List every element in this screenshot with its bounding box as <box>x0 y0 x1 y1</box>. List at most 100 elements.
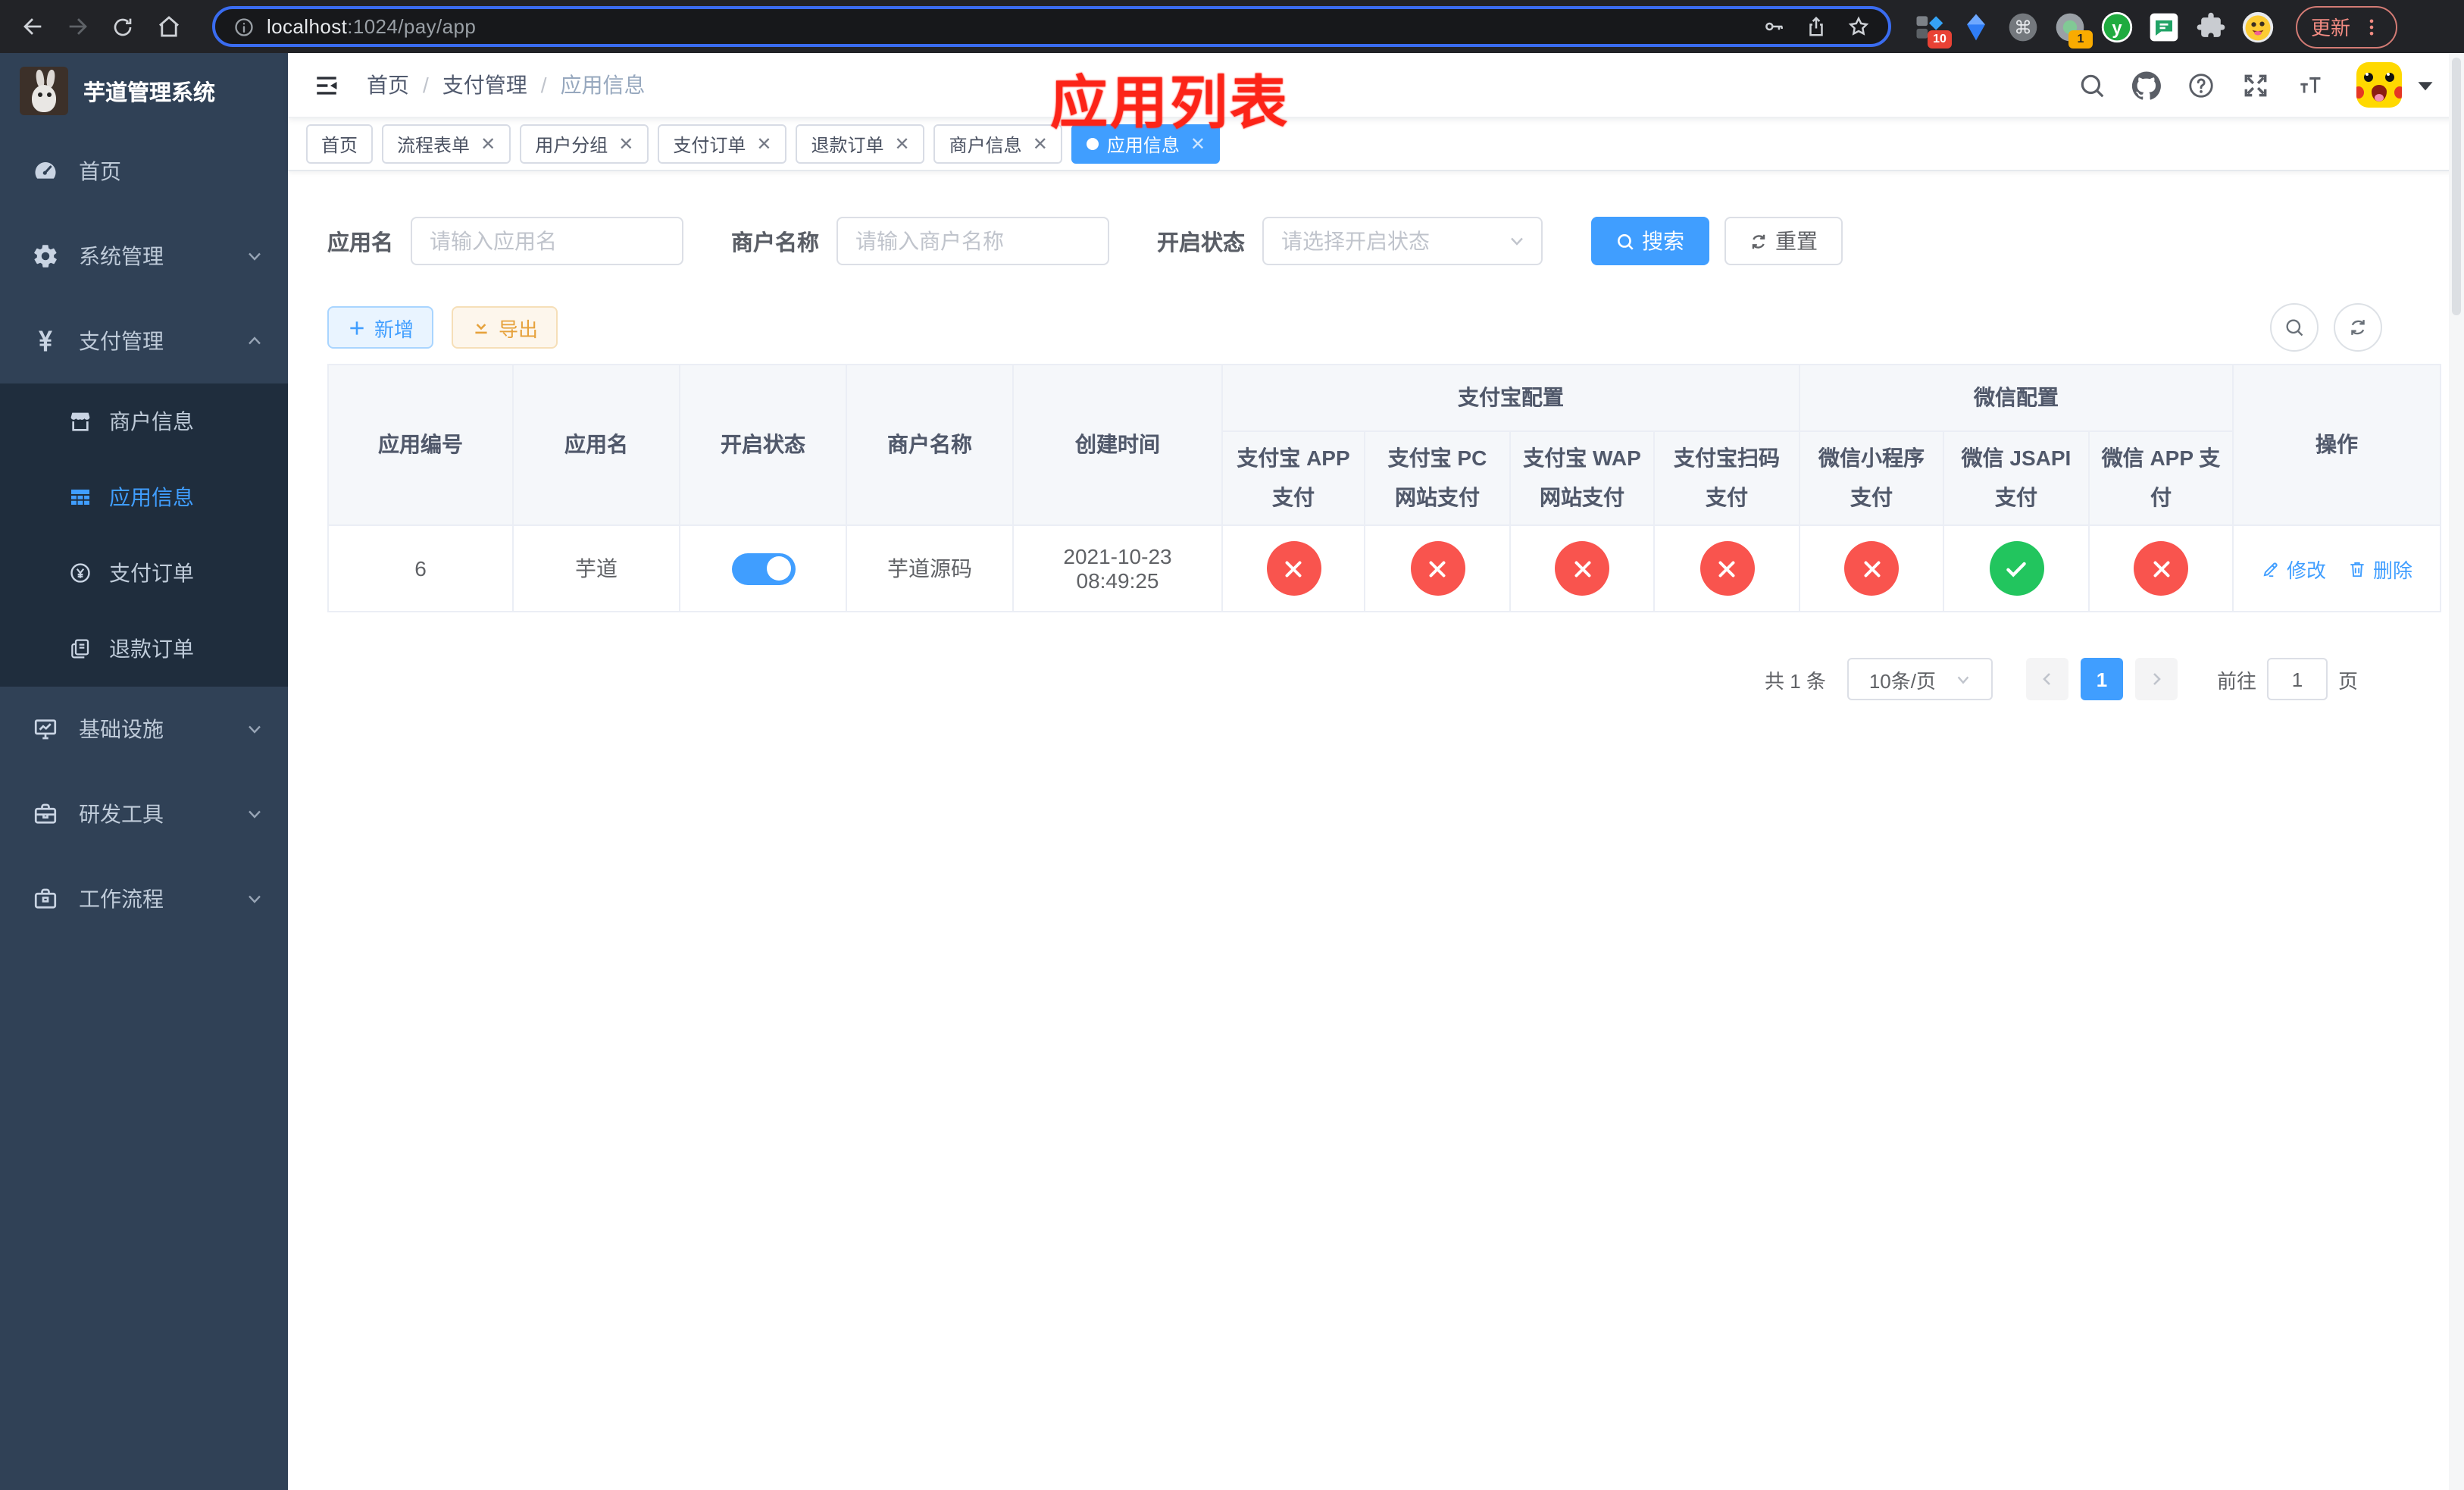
reload-icon[interactable] <box>103 7 142 46</box>
browser-toolbar: localhost:1024/pay/app 10 ⌘ 1 y 更新 <box>0 0 2464 53</box>
sidebar-collapse-icon[interactable] <box>312 72 341 98</box>
sidebar-item-3[interactable]: 基础设施 <box>0 687 288 772</box>
export-button[interactable]: 导出 <box>452 306 558 349</box>
field-input-1[interactable] <box>836 217 1108 265</box>
bookmark-star-icon[interactable] <box>1847 15 1870 38</box>
chevron-right-icon <box>2147 670 2165 688</box>
site-info-icon[interactable] <box>233 16 255 37</box>
forward-icon[interactable] <box>58 7 97 46</box>
header-search-icon[interactable] <box>2078 70 2106 99</box>
tag-close-icon[interactable]: ✕ <box>480 135 496 153</box>
annotation-title: 应用列表 <box>1050 73 1290 136</box>
extensions-area: 10 ⌘ 1 y <box>1912 10 2275 48</box>
help-icon[interactable] <box>2187 70 2215 99</box>
sidebar-subitem-0[interactable]: 商户信息 <box>0 383 288 459</box>
user-avatar[interactable] <box>2356 62 2440 108</box>
extensions-puzzle-icon[interactable] <box>2194 10 2228 43</box>
sidebar-subitem-1[interactable]: 应用信息 <box>0 459 288 535</box>
sidebar-item-label: 工作流程 <box>79 887 164 911</box>
disabled-badge <box>1555 541 1609 596</box>
profile-avatar-emoji[interactable] <box>2241 10 2275 43</box>
sidebar-item-1[interactable]: 系统管理 <box>0 214 288 299</box>
table-toolbar: 新增 导出 <box>327 303 2458 352</box>
tag-4[interactable]: 退款订单 ✕ <box>796 124 925 164</box>
cell-pay-status-3 <box>1653 524 1800 612</box>
refresh-button[interactable] <box>2334 303 2382 352</box>
sidebar-submenu: 商户信息 应用信息 支付订单 退款订单 <box>0 383 288 687</box>
sidebar-item-5[interactable]: 工作流程 <box>0 856 288 941</box>
cell-merchant: 芋道源码 <box>846 524 1014 612</box>
sidebar-item-0[interactable]: 首页 <box>0 129 288 214</box>
disabled-badge <box>1699 541 1754 596</box>
status-select[interactable]: 请选择开启状态 <box>1262 217 1542 265</box>
back-icon[interactable] <box>12 7 52 46</box>
prev-page-button[interactable] <box>2025 658 2068 700</box>
breadcrumb-item[interactable]: 支付管理 <box>442 70 527 100</box>
sidebar-item-2[interactable]: 支付管理 <box>0 299 288 383</box>
password-key-icon[interactable] <box>1762 15 1785 38</box>
github-icon[interactable] <box>2132 70 2161 99</box>
cell-pay-status-5 <box>1943 524 2090 612</box>
page-number-button[interactable]: 1 <box>2080 658 2123 700</box>
disabled-badge <box>1410 541 1465 596</box>
tag-0[interactable]: 首页 <box>306 124 374 164</box>
breadcrumb-item[interactable]: 首页 <box>367 70 409 100</box>
coin-icon <box>67 561 94 585</box>
tag-1[interactable]: 流程表单 ✕ <box>382 124 511 164</box>
reset-button[interactable]: 重置 <box>1724 217 1842 265</box>
breadcrumb-separator: / <box>423 73 429 97</box>
sidebar-item-4[interactable]: 研发工具 <box>0 772 288 856</box>
refresh-icon <box>2347 317 2369 338</box>
extension-y-icon[interactable]: y <box>2100 10 2134 43</box>
column-subheader: 支付宝 PC 网站支付 <box>1364 430 1511 526</box>
delete-link[interactable]: 删除 <box>2347 554 2412 583</box>
field-input-0[interactable] <box>410 217 683 265</box>
toggle-search-button[interactable] <box>2270 303 2319 352</box>
cell-status <box>679 524 847 612</box>
tag-close-icon[interactable]: ✕ <box>1033 135 1048 153</box>
browser-menu-kebab-icon[interactable] <box>2361 16 2382 37</box>
browser-update-chip[interactable]: 更新 <box>2296 5 2398 48</box>
extension-command-icon[interactable]: ⌘ <box>2006 10 2040 43</box>
home-icon[interactable] <box>149 7 188 46</box>
plus-icon <box>347 318 367 337</box>
extension-blocks-icon[interactable]: 10 <box>1912 10 1952 48</box>
search-field-0: 应用名 <box>327 217 683 265</box>
extension-chat-icon[interactable] <box>2147 10 2181 43</box>
extension-record-icon[interactable]: 1 <box>2053 10 2093 48</box>
status-toggle[interactable] <box>731 552 795 584</box>
refresh-icon <box>1748 231 1768 251</box>
tag-3[interactable]: 支付订单 ✕ <box>658 124 787 164</box>
sidebar-subitem-3[interactable]: 退款订单 <box>0 611 288 687</box>
search-field-1: 商户名称 <box>731 217 1108 265</box>
scrollbar-thumb[interactable] <box>2452 58 2461 315</box>
logo-image <box>20 67 68 115</box>
sidebar-subitem-2[interactable]: 支付订单 <box>0 535 288 611</box>
url-bar[interactable]: localhost:1024/pay/app <box>212 6 1891 47</box>
search-form: 应用名 商户名称 开启状态 请选择开启状态 搜索重置 <box>327 217 2458 265</box>
tag-close-icon[interactable]: ✕ <box>756 135 771 153</box>
add-button[interactable]: 新增 <box>327 306 434 349</box>
navbar-actions <box>2078 62 2440 108</box>
cell-created-time: 2021-10-23 08:49:25 <box>1012 524 1223 612</box>
column-subheader: 支付宝扫码支付 <box>1653 430 1800 526</box>
tag-close-icon[interactable]: ✕ <box>618 135 633 153</box>
edit-link[interactable]: 修改 <box>2261 554 2326 583</box>
app-logo: 芋道管理系统 <box>0 53 288 129</box>
page-size-select[interactable]: 10条/页 <box>1846 658 1993 700</box>
search-button[interactable]: 搜索 <box>1590 217 1709 265</box>
fullscreen-icon[interactable] <box>2241 70 2270 99</box>
next-page-button[interactable] <box>2134 658 2178 700</box>
tag-2[interactable]: 用户分组 ✕ <box>520 124 649 164</box>
cell-pay-status-1 <box>1364 524 1511 612</box>
app-title: 芋道管理系统 <box>83 81 215 105</box>
column-header: 创建时间 <box>1012 364 1223 526</box>
share-icon[interactable] <box>1805 15 1828 38</box>
font-size-icon[interactable] <box>2296 70 2325 99</box>
extension-pin-icon[interactable] <box>1959 10 1993 43</box>
page-scrollbar[interactable] <box>2449 53 2464 1490</box>
tag-5[interactable]: 商户信息 ✕ <box>933 124 1063 164</box>
tag-close-icon[interactable]: ✕ <box>895 135 910 153</box>
goto-page-input[interactable] <box>2266 658 2328 700</box>
monitor-icon <box>30 715 61 743</box>
